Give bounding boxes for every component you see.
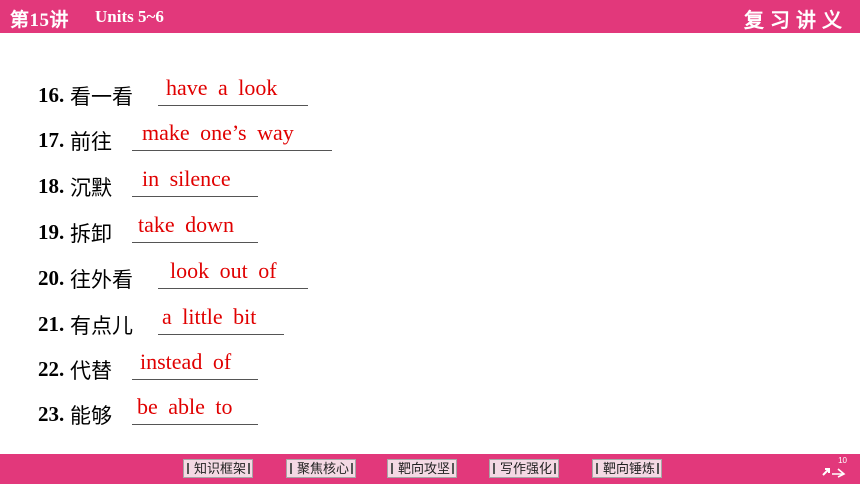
nav-focus-core-button[interactable]: 聚焦核心 [286, 459, 357, 478]
item-chinese: 沉默 [70, 176, 112, 200]
item-chinese: 拆卸 [70, 222, 112, 246]
nav-knowledge-framework-button[interactable]: 知识框架 [183, 459, 254, 478]
item-answer: take down [138, 212, 235, 237]
item-number: 22. [38, 357, 65, 381]
item-number: 21. [38, 312, 65, 336]
lesson-title: 第15讲 [10, 10, 70, 31]
answer-line [158, 288, 308, 289]
item-chinese: 前往 [70, 130, 112, 154]
nav-targeted-attack-button[interactable]: 靶向攻坚 [387, 459, 458, 478]
answer-line [132, 150, 332, 151]
answer-line [132, 379, 258, 380]
item-answer: have a look [166, 75, 278, 100]
answer-line [132, 196, 258, 197]
item-answer: be able to [137, 394, 233, 419]
nav-targeted-practice-button[interactable]: 靶向锤炼 [592, 459, 663, 478]
footer-nav-bar: 知识框架 聚焦核心 靶向攻坚 写作强化 靶向锤炼 10 [0, 454, 860, 484]
item-chinese: 往外看 [70, 268, 133, 292]
header-bar: 第15讲 Units 5~6 复习讲义 [0, 0, 860, 33]
item-chinese: 看一看 [70, 85, 133, 109]
item-number: 17. [38, 128, 65, 152]
item-answer: make one’s way [142, 120, 294, 145]
units-label: Units 5~6 [95, 7, 164, 26]
answer-line [132, 424, 258, 425]
answer-line [132, 242, 258, 243]
item-answer: look out of [170, 258, 277, 283]
answer-line [158, 105, 308, 106]
item-answer: a little bit [162, 304, 257, 329]
answer-line [158, 334, 284, 335]
page-number: 10 [838, 456, 847, 465]
nav-writing-reinforce-button[interactable]: 写作强化 [489, 459, 560, 478]
item-answer: instead of [140, 349, 232, 374]
section-title: 复习讲义 [744, 8, 848, 32]
item-number: 18. [38, 174, 65, 198]
item-answer: in silence [142, 166, 231, 191]
item-number: 20. [38, 266, 65, 290]
item-number: 23. [38, 402, 65, 426]
item-chinese: 有点儿 [70, 314, 133, 338]
item-number: 19. [38, 220, 65, 244]
item-chinese: 代替 [70, 359, 112, 383]
item-number: 16. [38, 83, 65, 107]
item-chinese: 能够 [70, 404, 112, 428]
